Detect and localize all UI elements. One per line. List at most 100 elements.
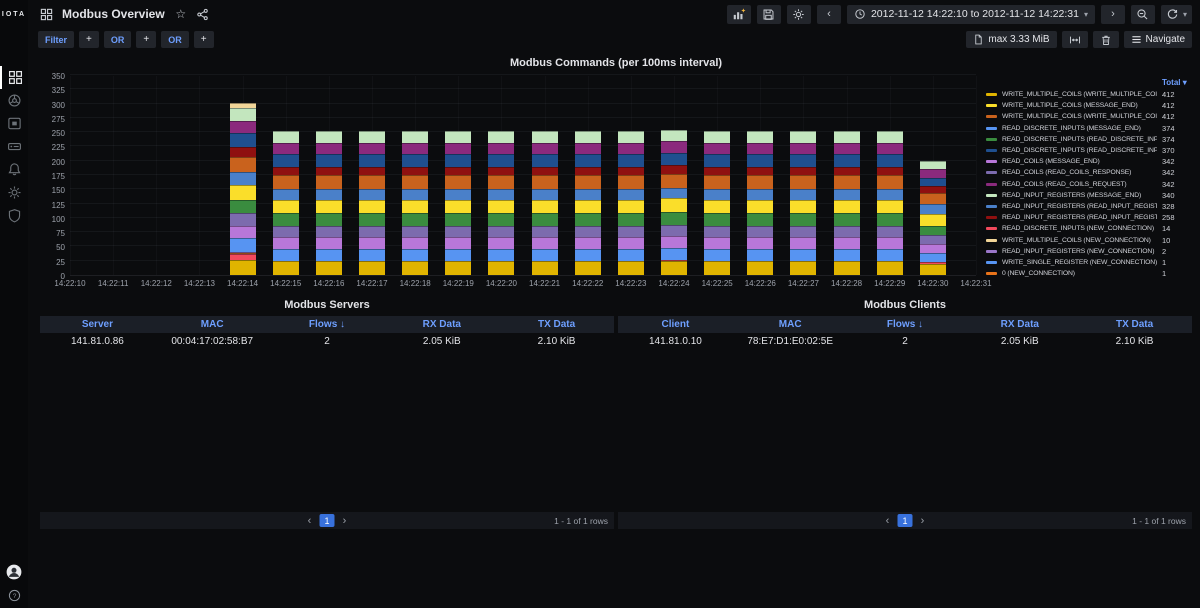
zoom-out-icon-button[interactable] bbox=[1131, 5, 1155, 24]
legend-item[interactable]: WRITE_SINGLE_REGISTER (NEW_CONNECTION)1 bbox=[986, 257, 1192, 268]
add-or-button-2[interactable]: + bbox=[194, 31, 214, 48]
legend-label: READ_COILS (READ_COILS_RESPONSE) bbox=[1002, 169, 1157, 176]
next-page-button[interactable]: › bbox=[916, 514, 930, 528]
max-size-button[interactable]: max 3.33 MiB bbox=[966, 31, 1056, 48]
bar-segment bbox=[747, 189, 773, 200]
prev-page-button[interactable]: ‹ bbox=[881, 514, 895, 528]
bar-segment bbox=[704, 200, 730, 214]
refresh-button[interactable]: ▾ bbox=[1161, 5, 1192, 24]
next-page-button[interactable]: › bbox=[338, 514, 352, 528]
legend-item[interactable]: READ_DISCRETE_INPUTS (READ_DISCRETE_INPU… bbox=[986, 145, 1192, 156]
bar-segment bbox=[230, 185, 256, 200]
trash-icon-button[interactable] bbox=[1093, 31, 1119, 48]
chart-sparkle-icon-button[interactable] bbox=[727, 5, 751, 24]
save-icon-button[interactable] bbox=[757, 5, 781, 24]
sidebar-item-security[interactable] bbox=[0, 204, 28, 227]
prev-page-button[interactable]: ‹ bbox=[303, 514, 317, 528]
column-header-mac[interactable]: MAC bbox=[733, 319, 848, 330]
legend-item[interactable]: READ_COILS (MESSAGE_END)342 bbox=[986, 156, 1192, 167]
sidebar-item-dashboards[interactable] bbox=[0, 66, 28, 89]
settings-gear-icon-button[interactable] bbox=[787, 5, 811, 24]
time-forward-button[interactable]: › bbox=[1101, 5, 1125, 24]
y-tick-label: 300 bbox=[52, 101, 65, 110]
legend-item[interactable]: WRITE_MULTIPLE_COILS (NEW_CONNECTION)10 bbox=[986, 234, 1192, 245]
legend-item[interactable]: READ_COILS (READ_COILS_RESPONSE)342 bbox=[986, 167, 1192, 178]
sidebar-item-storage[interactable] bbox=[0, 135, 28, 158]
bar-segment bbox=[661, 174, 687, 188]
column-header-rx-data[interactable]: RX Data bbox=[962, 319, 1077, 330]
column-header-flows[interactable]: Flows ↓ bbox=[848, 319, 963, 330]
bar-segment bbox=[273, 249, 299, 262]
bar-segment bbox=[488, 226, 514, 237]
legend-swatch bbox=[986, 194, 997, 197]
share-icon[interactable] bbox=[195, 6, 211, 22]
legend-item[interactable]: WRITE_MULTIPLE_COILS (MESSAGE_END)412 bbox=[986, 100, 1192, 111]
legend-label: READ_DISCRETE_INPUTS (NEW_CONNECTION) bbox=[1002, 225, 1157, 232]
bar-segment bbox=[532, 167, 558, 176]
navigate-button[interactable]: Navigate bbox=[1124, 31, 1192, 48]
bar-segment bbox=[488, 167, 514, 176]
page-number-button[interactable]: 1 bbox=[898, 514, 913, 527]
bar-segment bbox=[575, 226, 601, 237]
legend-swatch bbox=[986, 138, 997, 141]
gear-icon bbox=[7, 185, 22, 200]
add-filter-button[interactable]: + bbox=[79, 31, 99, 48]
legend-item[interactable]: READ_DISCRETE_INPUTS (READ_DISCRETE_INPU… bbox=[986, 134, 1192, 145]
legend-total-sort-header[interactable]: Total ▾ bbox=[1162, 78, 1192, 87]
storage-drive-icon bbox=[7, 139, 22, 154]
table-cell: 2.05 KiB bbox=[962, 336, 1077, 347]
column-header-tx-data[interactable]: TX Data bbox=[499, 319, 614, 330]
column-header-mac[interactable]: MAC bbox=[155, 319, 270, 330]
y-tick-label: 225 bbox=[52, 143, 65, 152]
bar-segment bbox=[488, 175, 514, 189]
table-cell: 141.81.0.10 bbox=[618, 336, 733, 347]
legend-item[interactable]: 0 (NEW_CONNECTION)1 bbox=[986, 268, 1192, 279]
navigate-label: Navigate bbox=[1146, 34, 1185, 45]
x-tick-label: 14:22:12 bbox=[141, 279, 172, 288]
legend-total: 328 bbox=[1162, 202, 1192, 211]
sidebar: IOTA bbox=[0, 0, 28, 608]
legend-swatch bbox=[986, 239, 997, 242]
column-header-tx-data[interactable]: TX Data bbox=[1077, 319, 1192, 330]
column-header-rx-data[interactable]: RX Data bbox=[384, 319, 499, 330]
time-back-button[interactable]: ‹ bbox=[817, 5, 841, 24]
bar-segment bbox=[445, 167, 471, 176]
bar-segment bbox=[273, 237, 299, 248]
bar-segment bbox=[834, 189, 860, 200]
legend-item[interactable]: READ_INPUT_REGISTERS (NEW_CONNECTION)2 bbox=[986, 246, 1192, 257]
user-avatar[interactable] bbox=[6, 564, 22, 580]
fit-width-icon-button[interactable] bbox=[1062, 31, 1088, 48]
bar-segment bbox=[920, 193, 946, 204]
legend-item[interactable]: WRITE_MULTIPLE_COILS (WRITE_MULTIPLE_COI… bbox=[986, 89, 1192, 100]
bar-segment bbox=[618, 249, 644, 262]
sidebar-item-settings[interactable] bbox=[0, 181, 28, 204]
legend-item[interactable]: READ_DISCRETE_INPUTS (NEW_CONNECTION)14 bbox=[986, 223, 1192, 234]
sidebar-item-panels[interactable] bbox=[0, 112, 28, 135]
legend-item[interactable]: READ_INPUT_REGISTERS (READ_INPUT_REGISTE… bbox=[986, 212, 1192, 223]
legend-item[interactable]: READ_INPUT_REGISTERS (MESSAGE_END)340 bbox=[986, 190, 1192, 201]
column-header-server[interactable]: Server bbox=[40, 319, 155, 330]
legend-item[interactable]: WRITE_MULTIPLE_COILS (WRITE_MULTIPLE_COI… bbox=[986, 111, 1192, 122]
add-or-button-1[interactable]: + bbox=[136, 31, 156, 48]
column-header-flows[interactable]: Flows ↓ bbox=[270, 319, 385, 330]
or-button-2[interactable]: OR bbox=[161, 31, 189, 48]
time-range-picker[interactable]: 2012-11-12 14:22:10 to 2012-11-12 14:22:… bbox=[847, 5, 1095, 24]
sidebar-item-analytics[interactable] bbox=[0, 89, 28, 112]
filter-button[interactable]: Filter bbox=[38, 31, 74, 48]
bar-segment bbox=[920, 178, 946, 186]
chevron-down-icon: ▾ bbox=[1084, 10, 1088, 19]
page-number-button[interactable]: 1 bbox=[320, 514, 335, 527]
help-icon[interactable]: ? bbox=[8, 589, 21, 602]
legend-item[interactable]: READ_INPUT_REGISTERS (READ_INPUT_REGISTE… bbox=[986, 201, 1192, 212]
legend-item[interactable]: READ_DISCRETE_INPUTS (MESSAGE_END)374 bbox=[986, 123, 1192, 134]
legend-item[interactable]: READ_COILS (READ_COILS_REQUEST)342 bbox=[986, 179, 1192, 190]
filter-toolbar: Filter + OR + OR + max 3.33 MiB bbox=[28, 28, 1200, 51]
sidebar-item-alerts[interactable] bbox=[0, 158, 28, 181]
dashboard-breadcrumb-grid-icon[interactable] bbox=[38, 6, 54, 22]
or-button-1[interactable]: OR bbox=[104, 31, 132, 48]
star-icon[interactable]: ☆ bbox=[173, 6, 189, 22]
bar-segment bbox=[661, 236, 687, 247]
dashboard-grid-icon bbox=[8, 70, 23, 85]
legend-label: WRITE_MULTIPLE_COILS (WRITE_MULTIPLE_COI… bbox=[1002, 113, 1157, 120]
column-header-client[interactable]: Client bbox=[618, 319, 733, 330]
